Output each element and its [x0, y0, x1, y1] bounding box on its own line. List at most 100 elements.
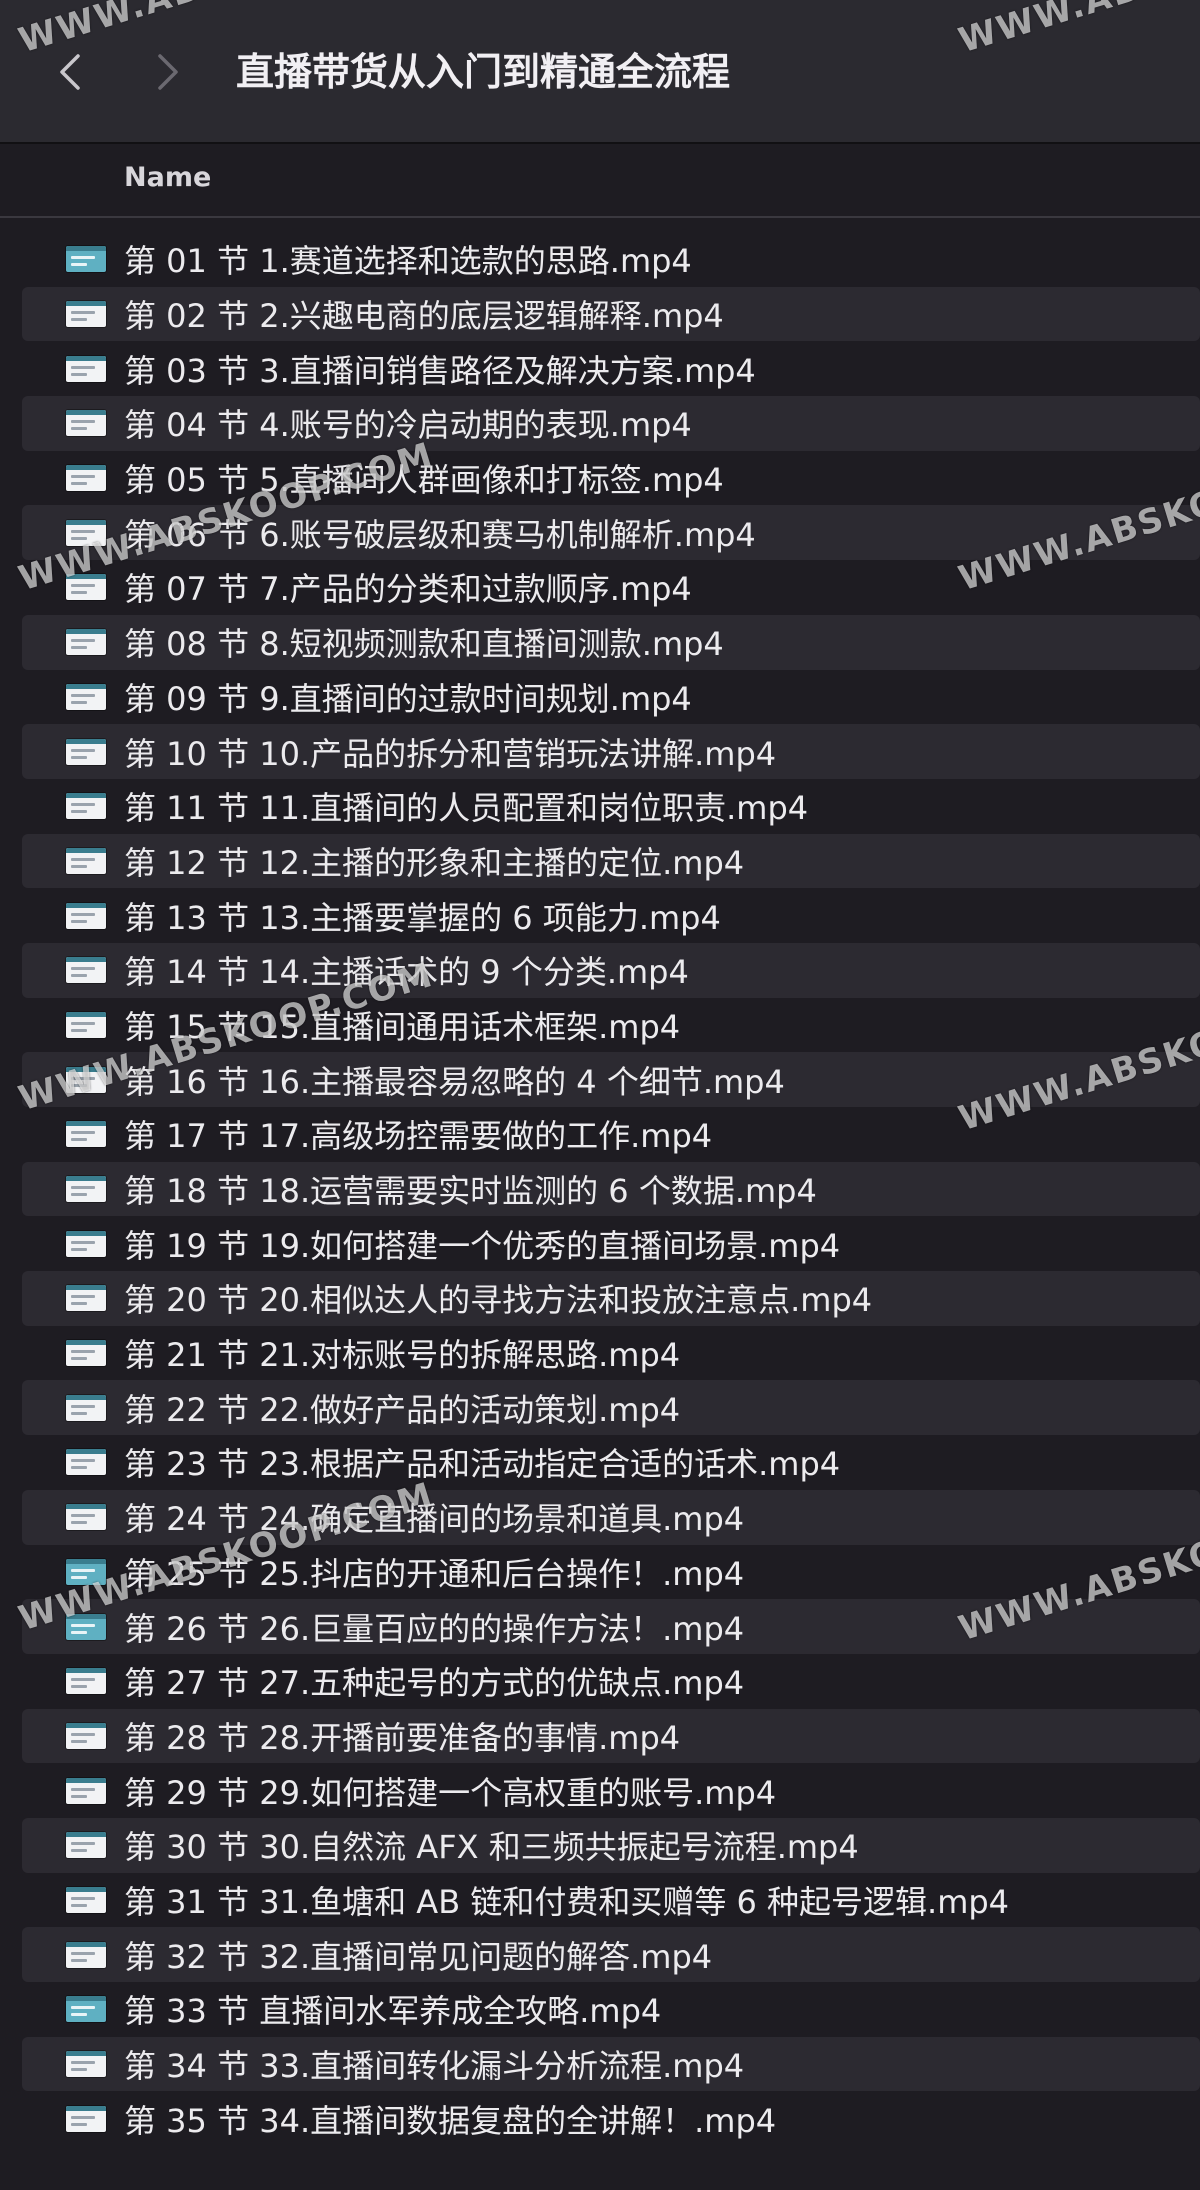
video-thumbnail-icon: [66, 1230, 106, 1257]
chevron-left-icon: [60, 54, 80, 90]
file-row[interactable]: 第 07 节 7.产品的分类和过款顺序.mp4: [22, 560, 1200, 615]
video-thumbnail-icon: [66, 1449, 106, 1476]
file-row[interactable]: 第 22 节 22.做好产品的活动策划.mp4: [22, 1380, 1200, 1436]
column-header[interactable]: Name: [0, 144, 1200, 218]
video-thumbnail-icon: [66, 683, 106, 710]
video-thumbnail-icon: [66, 738, 106, 765]
file-row[interactable]: 第 02 节 2.兴趣电商的底层逻辑解释.mp4: [22, 286, 1200, 342]
video-thumbnail-icon: [66, 1121, 106, 1148]
video-thumbnail-icon: [66, 1176, 106, 1203]
file-row[interactable]: 第 08 节 8.短视频测款和直播间测款.mp4: [22, 614, 1200, 670]
file-row[interactable]: 第 33 节 直播间水军养成全攻略.mp4: [22, 1982, 1200, 2037]
file-name: 第 28 节 28.开播前要准备的事情.mp4: [124, 1718, 681, 1757]
file-name: 第 03 节 3.直播间销售路径及解决方案.mp4: [124, 351, 756, 390]
video-thumbnail-icon: [66, 301, 106, 328]
video-thumbnail-icon: [66, 519, 106, 546]
window-title: 直播带货从入门到精通全流程: [236, 50, 731, 94]
file-name: 第 19 节 19.如何搭建一个优秀的直播间场景.mp4: [124, 1226, 841, 1265]
file-row[interactable]: 第 21 节 21.对标账号的拆解思路.mp4: [22, 1326, 1200, 1381]
file-name: 第 32 节 32.直播间常见问题的解答.mp4: [124, 1937, 713, 1976]
file-row[interactable]: 第 11 节 11.直播间的人员配置和岗位职责.mp4: [22, 779, 1200, 834]
video-thumbnail-icon: [66, 1504, 106, 1531]
video-thumbnail-icon: [66, 1886, 106, 1913]
video-thumbnail-icon: [66, 1777, 106, 1804]
file-row[interactable]: 第 03 节 3.直播间销售路径及解决方案.mp4: [22, 341, 1200, 396]
file-row[interactable]: 第 10 节 10.产品的拆分和营销玩法讲解.mp4: [22, 724, 1200, 779]
file-name: 第 24 节 24.确定直播间的场景和道具.mp4: [124, 1500, 745, 1539]
video-thumbnail-icon: [66, 1832, 106, 1859]
file-row[interactable]: 第 14 节 14.主播话术的 9 个分类.mp4: [22, 942, 1200, 998]
file-row[interactable]: 第 34 节 33.直播间转化漏斗分析流程.mp4: [22, 2036, 1200, 2092]
file-row[interactable]: 第 23 节 23.根据产品和活动指定合适的话术.mp4: [22, 1435, 1200, 1490]
video-thumbnail-icon: [66, 793, 106, 820]
file-row[interactable]: 第 19 节 19.如何搭建一个优秀的直播间场景.mp4: [22, 1216, 1200, 1271]
file-row[interactable]: 第 12 节 12.主播的形象和主播的定位.mp4: [22, 833, 1200, 889]
file-row[interactable]: 第 13 节 13.主播要掌握的 6 项能力.mp4: [22, 888, 1200, 943]
file-name: 第 04 节 4.账号的冷启动期的表现.mp4: [124, 406, 692, 445]
file-name: 第 12 节 12.主播的形象和主播的定位.mp4: [124, 843, 745, 882]
file-name: 第 31 节 31.鱼塘和 AB 链和付费和买赠等 6 种起号逻辑.mp4: [124, 1882, 1010, 1921]
video-thumbnail-icon: [66, 902, 106, 929]
video-thumbnail-icon: [66, 465, 106, 492]
video-thumbnail-icon: [66, 847, 106, 874]
file-row[interactable]: 第 06 节 6.账号破层级和赛马机制解析.mp4: [22, 505, 1200, 561]
name-column-header[interactable]: Name: [124, 162, 211, 193]
file-row[interactable]: 第 16 节 16.主播最容易忽略的 4 个细节.mp4: [22, 1052, 1200, 1107]
file-name: 第 06 节 6.账号破层级和赛马机制解析.mp4: [124, 515, 756, 554]
video-thumbnail-icon: [66, 1011, 106, 1038]
back-button[interactable]: [50, 42, 90, 102]
forward-button[interactable]: [148, 42, 188, 102]
video-thumbnail-icon: [66, 1941, 106, 1968]
file-row[interactable]: 第 27 节 27.五种起号的方式的优缺点.mp4: [22, 1654, 1200, 1709]
file-row[interactable]: 第 04 节 4.账号的冷启动期的表现.mp4: [22, 396, 1200, 451]
file-name: 第 20 节 20.相似达人的寻找方法和投放注意点.mp4: [124, 1281, 873, 1320]
file-name: 第 25 节 25.抖店的开通和后台操作！.mp4: [124, 1554, 745, 1593]
chevron-right-icon: [158, 54, 178, 90]
file-row[interactable]: 第 17 节 17.高级场控需要做的工作.mp4: [22, 1107, 1200, 1162]
file-row[interactable]: 第 35 节 34.直播间数据复盘的全讲解！.mp4: [22, 2091, 1200, 2146]
file-row[interactable]: 第 25 节 25.抖店的开通和后台操作！.mp4: [22, 1545, 1200, 1600]
file-row[interactable]: 第 15 节 15.直播间通用话术框架.mp4: [22, 998, 1200, 1053]
video-thumbnail-icon: [66, 1340, 106, 1367]
file-row[interactable]: 第 09 节 9.直播间的过款时间规划.mp4: [22, 670, 1200, 725]
file-name: 第 10 节 10.产品的拆分和营销玩法讲解.mp4: [124, 734, 777, 773]
file-name: 第 23 节 23.根据产品和活动指定合适的话术.mp4: [124, 1445, 841, 1484]
video-thumbnail-icon: [66, 1558, 106, 1585]
file-name: 第 18 节 18.运营需要实时监测的 6 个数据.mp4: [124, 1172, 817, 1211]
video-thumbnail-icon: [66, 1285, 106, 1312]
file-name: 第 08 节 8.短视频测款和直播间测款.mp4: [124, 625, 724, 664]
file-row[interactable]: 第 32 节 32.直播间常见问题的解答.mp4: [22, 1927, 1200, 1982]
video-thumbnail-icon: [66, 410, 106, 437]
file-name: 第 26 节 26.巨量百应的的操作方法！.mp4: [124, 1609, 745, 1648]
file-name: 第 30 节 30.自然流 AFX 和三频共振起号流程.mp4: [124, 1828, 859, 1867]
file-row[interactable]: 第 28 节 28.开播前要准备的事情.mp4: [22, 1708, 1200, 1764]
file-name: 第 35 节 34.直播间数据复盘的全讲解！.mp4: [124, 2101, 777, 2140]
file-row[interactable]: 第 05 节 5.直播间人群画像和打标签.mp4: [22, 451, 1200, 506]
file-row[interactable]: 第 24 节 24.确定直播间的场景和道具.mp4: [22, 1489, 1200, 1545]
file-name: 第 16 节 16.主播最容易忽略的 4 个细节.mp4: [124, 1062, 785, 1101]
file-name: 第 15 节 15.直播间通用话术框架.mp4: [124, 1007, 681, 1046]
file-row[interactable]: 第 30 节 30.自然流 AFX 和三频共振起号流程.mp4: [22, 1817, 1200, 1873]
file-row[interactable]: 第 26 节 26.巨量百应的的操作方法！.mp4: [22, 1599, 1200, 1654]
file-row[interactable]: 第 18 节 18.运营需要实时监测的 6 个数据.mp4: [22, 1161, 1200, 1217]
video-thumbnail-icon: [66, 1996, 106, 2023]
video-thumbnail-icon: [66, 1613, 106, 1640]
file-row[interactable]: 第 01 节 1.赛道选择和选款的思路.mp4: [22, 232, 1200, 287]
file-name: 第 34 节 33.直播间转化漏斗分析流程.mp4: [124, 2047, 745, 2086]
file-name: 第 14 节 14.主播话术的 9 个分类.mp4: [124, 953, 689, 992]
video-thumbnail-icon: [66, 1668, 106, 1695]
file-name: 第 01 节 1.赛道选择和选款的思路.mp4: [124, 242, 692, 281]
file-name: 第 22 节 22.做好产品的活动策划.mp4: [124, 1390, 681, 1429]
file-row[interactable]: 第 29 节 29.如何搭建一个高权重的账号.mp4: [22, 1763, 1200, 1818]
file-row[interactable]: 第 20 节 20.相似达人的寻找方法和投放注意点.mp4: [22, 1271, 1200, 1326]
file-list: 第 01 节 1.赛道选择和选款的思路.mp4 第 02 节 2.兴趣电商的底层逻…: [22, 232, 1200, 2146]
video-thumbnail-icon: [66, 1066, 106, 1093]
file-name: 第 09 节 9.直播间的过款时间规划.mp4: [124, 679, 692, 718]
video-thumbnail-icon: [66, 2051, 106, 2078]
video-thumbnail-icon: [66, 1394, 106, 1421]
file-name: 第 33 节 直播间水军养成全攻略.mp4: [124, 1992, 662, 2031]
file-row[interactable]: 第 31 节 31.鱼塘和 AB 链和付费和买赠等 6 种起号逻辑.mp4: [22, 1873, 1200, 1928]
file-name: 第 17 节 17.高级场控需要做的工作.mp4: [124, 1117, 713, 1156]
file-name: 第 07 节 7.产品的分类和过款顺序.mp4: [124, 570, 692, 609]
file-name: 第 27 节 27.五种起号的方式的优缺点.mp4: [124, 1664, 745, 1703]
